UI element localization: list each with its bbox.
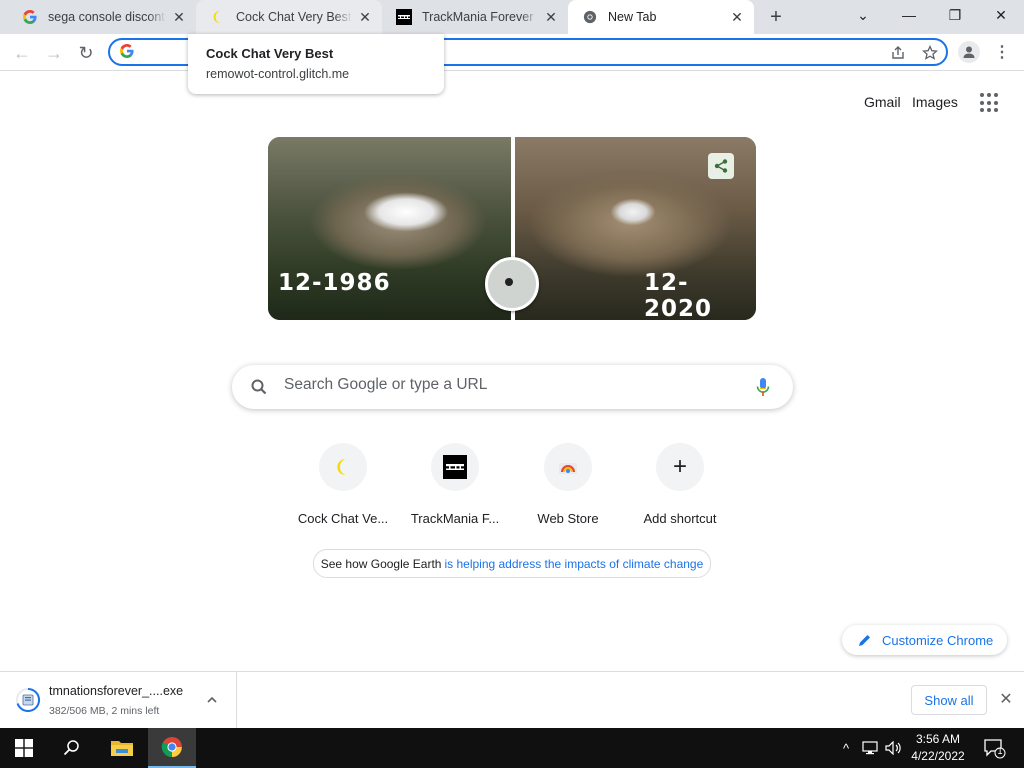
doodle-slider-handle[interactable] xyxy=(485,257,539,311)
ntp-search-box[interactable]: Search Google or type a URL xyxy=(232,365,793,409)
shortcut-cock-chat[interactable]: Cock Chat Ve... xyxy=(287,443,399,533)
google-g-icon xyxy=(22,9,38,25)
chrome-taskbar-icon[interactable] xyxy=(148,728,196,768)
tab-close-icon[interactable]: ✕ xyxy=(170,8,188,26)
tab-trackmania[interactable]: TrackMania Forever • T ✕ xyxy=(382,0,568,34)
notification-count: 1 xyxy=(997,746,1003,756)
browser-toolbar: ← → ↻ ⋮ xyxy=(0,34,1024,71)
clock-date: 4/22/2022 xyxy=(911,749,965,763)
customize-label: Customize Chrome xyxy=(882,632,994,648)
google-g-icon xyxy=(120,44,136,60)
search-icon xyxy=(250,378,268,396)
window-close-button[interactable]: ✕ xyxy=(978,0,1024,30)
share-icon[interactable] xyxy=(888,43,908,63)
minimize-button[interactable]: — xyxy=(886,0,932,30)
download-item[interactable]: tmnationsforever_....exe 382/506 MB, 2 m… xyxy=(0,672,237,728)
promo-text: See how Google Earth xyxy=(320,556,442,571)
close-download-shelf-icon[interactable]: ✕ xyxy=(997,690,1015,708)
tab-title: New Tab xyxy=(608,10,657,24)
tab-sega-search[interactable]: sega console discontinued ✕ xyxy=(8,0,196,34)
tab-close-icon[interactable]: ✕ xyxy=(356,8,374,26)
shortcut-label: Web Store xyxy=(537,511,599,526)
show-all-button[interactable]: Show all xyxy=(911,685,987,715)
shortcut-label: TrackMania F... xyxy=(410,511,500,526)
new-tab-button[interactable]: + xyxy=(764,5,788,29)
images-link[interactable]: Images xyxy=(912,94,958,110)
gmail-link[interactable]: Gmail xyxy=(864,94,901,110)
chrome-icon xyxy=(582,9,598,25)
windows-start-icon[interactable] xyxy=(0,728,48,768)
microphone-icon[interactable] xyxy=(754,377,772,397)
trackmania-icon xyxy=(431,443,479,491)
file-explorer-icon[interactable] xyxy=(98,728,146,768)
search-icon[interactable] xyxy=(48,728,96,768)
pencil-icon xyxy=(858,633,872,647)
tab-hover-card: Cock Chat Very Best remowot-control.glit… xyxy=(188,34,444,94)
moon-icon xyxy=(319,443,367,491)
taskbar-clock[interactable]: 3:56 AM 4/22/2022 xyxy=(902,731,974,765)
download-progress-icon xyxy=(16,687,40,712)
shortcut-web-store[interactable]: Web Store xyxy=(512,443,624,533)
chevron-up-icon[interactable] xyxy=(204,692,220,708)
tab-new-tab[interactable]: New Tab ✕ xyxy=(568,0,754,34)
doodle-label-left: 12-1986 xyxy=(278,270,391,296)
web-store-icon xyxy=(544,443,592,491)
plus-glyph: + xyxy=(672,453,687,480)
google-doodle[interactable]: 12-1986 12-2020 xyxy=(268,137,756,320)
clock-time: 3:56 AM xyxy=(915,732,961,746)
customize-chrome-button[interactable]: Customize Chrome xyxy=(842,625,1007,655)
shortcut-trackmania[interactable]: TrackMania F... xyxy=(399,443,511,533)
reload-button[interactable]: ↻ xyxy=(72,39,100,67)
google-apps-icon[interactable] xyxy=(980,93,1000,113)
tray-overflow-icon[interactable]: ^ xyxy=(836,738,856,758)
tab-title: TrackMania Forever • T xyxy=(422,10,538,24)
windows-taskbar: ^ 3:56 AM 4/22/2022 1 xyxy=(0,728,1024,768)
back-button[interactable]: ← xyxy=(8,39,36,67)
ntp-promo[interactable]: See how Google Earth is helping address … xyxy=(313,549,711,578)
download-shelf: tmnationsforever_....exe 382/506 MB, 2 m… xyxy=(0,671,1024,728)
tab-close-icon[interactable]: ✕ xyxy=(542,8,560,26)
tab-title: sega console discontinued xyxy=(48,10,166,24)
tab-search-dropdown-icon[interactable]: ⌄ xyxy=(840,0,886,30)
shortcut-label: Cock Chat Ve... xyxy=(297,511,389,526)
promo-link[interactable]: is helping address the impacts of climat… xyxy=(444,557,703,571)
doodle-share-icon[interactable] xyxy=(708,153,734,179)
trackmania-icon xyxy=(396,9,412,25)
download-filename: tmnationsforever_....exe xyxy=(49,684,184,698)
tab-strip: sega console discontinued ✕ Cock Chat Ve… xyxy=(0,0,1024,34)
moon-icon xyxy=(210,9,226,25)
restore-button[interactable]: ❐ xyxy=(932,0,978,30)
hover-card-title: Cock Chat Very Best xyxy=(206,46,334,61)
chrome-menu-icon[interactable]: ⋮ xyxy=(992,41,1012,63)
bookmark-star-icon[interactable] xyxy=(920,43,940,63)
action-center-icon[interactable]: 1 xyxy=(982,736,1006,760)
profile-avatar-icon[interactable] xyxy=(958,41,980,63)
search-input[interactable]: Search Google or type a URL xyxy=(284,376,487,394)
volume-icon[interactable] xyxy=(884,738,904,758)
tab-cock-chat[interactable]: Cock Chat Very Best ✕ xyxy=(196,0,382,34)
doodle-label-right: 12-2020 xyxy=(644,270,713,320)
shortcut-label: Add shortcut xyxy=(643,511,717,526)
download-status: 382/506 MB, 2 mins left xyxy=(49,705,160,717)
tab-title: Cock Chat Very Best xyxy=(236,10,352,24)
hover-card-url: remowot-control.glitch.me xyxy=(206,67,350,81)
shortcut-add[interactable]: + Add shortcut xyxy=(624,443,736,533)
plus-icon: + xyxy=(656,443,704,491)
network-icon[interactable] xyxy=(860,738,880,758)
tab-close-icon[interactable]: ✕ xyxy=(728,8,746,26)
forward-button[interactable]: → xyxy=(40,39,68,67)
